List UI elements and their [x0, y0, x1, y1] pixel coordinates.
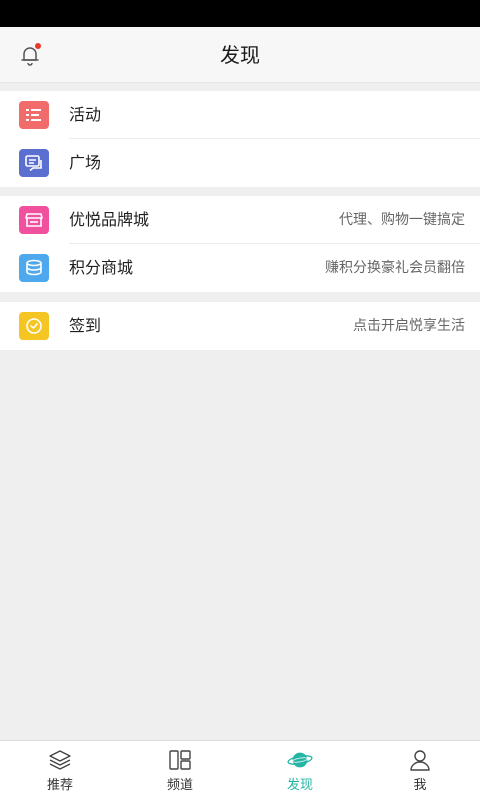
tab-label: 我 [413, 778, 427, 793]
menu-item-description: 赚积分换豪礼会员翻倍 [325, 260, 465, 276]
menu-item-activities[interactable]: 活动 [0, 91, 480, 139]
clock-icon [19, 312, 49, 340]
tab-discover[interactable]: 发现 [240, 741, 360, 800]
store-icon [19, 206, 49, 234]
layers-icon [47, 749, 73, 771]
menu-item-description: 代理、购物一键搞定 [339, 212, 465, 228]
tab-me[interactable]: 我 [360, 741, 480, 800]
page-header: 发现 [0, 27, 480, 83]
status-bar [0, 0, 480, 27]
menu-item-label: 优悦品牌城 [69, 210, 150, 229]
menu-item-square[interactable]: 广场 [0, 139, 480, 187]
tab-label: 发现 [286, 778, 313, 793]
menu-group-2: 优悦品牌城 代理、购物一键搞定 积分商城 赚积分换豪礼会员翻倍 [0, 196, 480, 292]
menu-group-1: 活动 广场 [0, 91, 480, 187]
page-title: 发现 [220, 43, 260, 67]
user-icon [407, 749, 433, 771]
menu-item-label: 活动 [69, 105, 102, 124]
menu-item-label: 签到 [69, 316, 102, 335]
coins-icon [19, 254, 49, 282]
tab-channels[interactable]: 频道 [120, 741, 240, 800]
menu-item-brand-mall[interactable]: 优悦品牌城 代理、购物一键搞定 [0, 196, 480, 244]
bottom-tab-bar: 推荐 频道 发现 我 [0, 740, 480, 800]
menu-item-check-in[interactable]: 签到 点击开启悦享生活 [0, 302, 480, 350]
tab-recommend[interactable]: 推荐 [0, 741, 120, 800]
tab-label: 推荐 [46, 778, 73, 793]
chat-icon [19, 149, 49, 177]
menu-item-label: 广场 [69, 153, 102, 172]
tab-label: 频道 [166, 778, 193, 793]
menu-item-label: 积分商城 [69, 258, 134, 277]
menu-item-description: 点击开启悦享生活 [353, 318, 465, 334]
menu-item-points-mall[interactable]: 积分商城 赚积分换豪礼会员翻倍 [0, 244, 480, 292]
menu-group-3: 签到 点击开启悦享生活 [0, 302, 480, 350]
planet-icon [287, 749, 313, 771]
list-icon [19, 101, 49, 129]
grid-icon [167, 749, 193, 771]
